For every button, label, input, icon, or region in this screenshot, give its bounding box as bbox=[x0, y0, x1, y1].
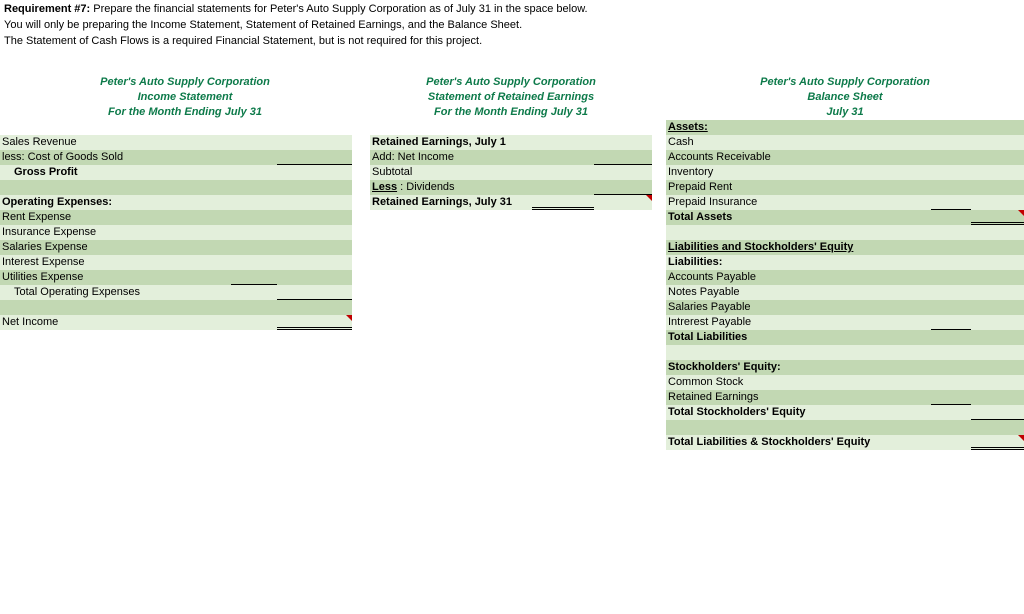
retained-jul31-amount[interactable] bbox=[594, 195, 652, 210]
instructions-line-3: The Statement of Cash Flows is a require… bbox=[4, 34, 1020, 50]
instructions-line-1: Prepare the financial statements for Pet… bbox=[90, 3, 587, 15]
balance-title-statement: Balance Sheet bbox=[666, 90, 1024, 105]
income-int-expense[interactable]: Interest Expense bbox=[0, 255, 231, 270]
balance-prepaid-rent[interactable]: Prepaid Rent bbox=[666, 180, 845, 195]
balance-total-liab-se-amount[interactable] bbox=[971, 435, 1024, 450]
balance-re[interactable]: Retained Earnings bbox=[666, 390, 845, 405]
retained-less-dividends[interactable]: Less : Dividends bbox=[370, 180, 532, 195]
balance-se-header: Stockholders' Equity: bbox=[666, 360, 845, 375]
balance-total-se[interactable]: Total Stockholders' Equity bbox=[666, 405, 845, 420]
balance-sp[interactable]: Salaries Payable bbox=[666, 300, 845, 315]
balance-ap[interactable]: Accounts Payable bbox=[666, 270, 845, 285]
balance-total-se-amount[interactable] bbox=[971, 405, 1024, 420]
balance-liab-se-header: Liabilities and Stockholders' Equity bbox=[666, 240, 888, 255]
balance-ip-amount[interactable] bbox=[931, 315, 971, 330]
income-total-op-exp[interactable]: Total Operating Expenses bbox=[0, 285, 231, 300]
balance-re-amount[interactable] bbox=[931, 390, 971, 405]
income-util-expense[interactable]: Utilities Expense bbox=[0, 270, 231, 285]
balance-ip[interactable]: Intrerest Payable bbox=[666, 315, 845, 330]
retained-dividends-amount[interactable] bbox=[594, 180, 652, 195]
income-title-period: For the Month Ending July 31 bbox=[18, 105, 352, 120]
balance-prepaid-rent-amount[interactable] bbox=[931, 180, 971, 195]
requirement-label: Requirement #7: bbox=[4, 3, 90, 15]
income-sales-revenue[interactable]: Sales Revenue bbox=[0, 135, 231, 150]
retained-subtotal[interactable]: Subtotal bbox=[370, 165, 532, 180]
balance-cash-amount[interactable] bbox=[931, 135, 971, 150]
income-title-statement: Income Statement bbox=[18, 90, 352, 105]
retained-add-ni[interactable]: Add: Net Income bbox=[370, 150, 532, 165]
income-sales-revenue-amount[interactable] bbox=[277, 135, 352, 150]
balance-cash[interactable]: Cash bbox=[666, 135, 845, 150]
balance-np[interactable]: Notes Payable bbox=[666, 285, 845, 300]
income-rent-expense[interactable]: Rent Expense bbox=[0, 210, 231, 225]
retained-jul1[interactable]: Retained Earnings, July 1 bbox=[370, 135, 532, 150]
balance-inventory-amount[interactable] bbox=[931, 165, 971, 180]
balance-assets-header: Assets: bbox=[666, 120, 845, 135]
retained-subtotal-amount[interactable] bbox=[594, 165, 652, 180]
balance-title-period: July 31 bbox=[666, 105, 1024, 120]
income-gross-profit[interactable]: Gross Profit bbox=[0, 165, 231, 180]
retained-jul1-amount[interactable] bbox=[594, 135, 652, 150]
retained-title-period: For the Month Ending July 31 bbox=[370, 105, 652, 120]
retained-title-company: Peter's Auto Supply Corporation bbox=[370, 75, 652, 90]
balance-total-liab-se[interactable]: Total Liabilities & Stockholders' Equity bbox=[666, 435, 931, 450]
balance-sp-amount[interactable] bbox=[931, 300, 971, 315]
income-op-exp-header[interactable]: Operating Expenses: bbox=[0, 195, 231, 210]
income-cogs-amount[interactable] bbox=[277, 150, 352, 165]
income-title-company: Peter's Auto Supply Corporation bbox=[18, 75, 352, 90]
balance-total-liab[interactable]: Total Liabilities bbox=[666, 330, 845, 345]
income-ins-expense[interactable]: Insurance Expense bbox=[0, 225, 231, 240]
income-net-income-amount[interactable] bbox=[277, 315, 352, 330]
retained-jul31[interactable]: Retained Earnings, July 31 bbox=[370, 195, 532, 210]
income-gross-profit-amount[interactable] bbox=[277, 165, 352, 180]
balance-prepaid-ins-amount[interactable] bbox=[931, 195, 971, 210]
income-ins-expense-amount[interactable] bbox=[231, 225, 277, 240]
balance-liab-header: Liabilities: bbox=[666, 255, 845, 270]
balance-title-company: Peter's Auto Supply Corporation bbox=[666, 75, 1024, 90]
income-sal-expense[interactable]: Salaries Expense bbox=[0, 240, 231, 255]
income-total-op-exp-amount[interactable] bbox=[277, 285, 352, 300]
balance-ar[interactable]: Accounts Receivable bbox=[666, 150, 845, 165]
instructions-block: Requirement #7: Prepare the financial st… bbox=[0, 0, 1024, 52]
balance-cs[interactable]: Common Stock bbox=[666, 375, 845, 390]
balance-inventory[interactable]: Inventory bbox=[666, 165, 845, 180]
balance-prepaid-ins[interactable]: Prepaid Insurance bbox=[666, 195, 845, 210]
retained-title-statement: Statement of Retained Earnings bbox=[370, 90, 652, 105]
spreadsheet: Peter's Auto Supply Corporation Peter's … bbox=[0, 60, 1024, 540]
balance-cs-amount[interactable] bbox=[931, 375, 971, 390]
balance-total-assets-amount[interactable] bbox=[971, 210, 1024, 225]
income-int-expense-amount[interactable] bbox=[231, 255, 277, 270]
balance-total-liab-amount[interactable] bbox=[971, 330, 1024, 345]
income-rent-expense-amount[interactable] bbox=[231, 210, 277, 225]
income-sal-expense-amount[interactable] bbox=[231, 240, 277, 255]
instructions-line-2: You will only be preparing the Income St… bbox=[4, 18, 1020, 34]
income-util-expense-amount[interactable] bbox=[231, 270, 277, 285]
balance-ap-amount[interactable] bbox=[931, 270, 971, 285]
income-less-cogs[interactable]: less: Cost of Goods Sold bbox=[0, 150, 231, 165]
balance-total-assets[interactable]: Total Assets bbox=[666, 210, 845, 225]
income-net-income[interactable]: Net Income bbox=[0, 315, 231, 330]
retained-add-ni-amount[interactable] bbox=[594, 150, 652, 165]
balance-ar-amount[interactable] bbox=[931, 150, 971, 165]
balance-np-amount[interactable] bbox=[931, 285, 971, 300]
